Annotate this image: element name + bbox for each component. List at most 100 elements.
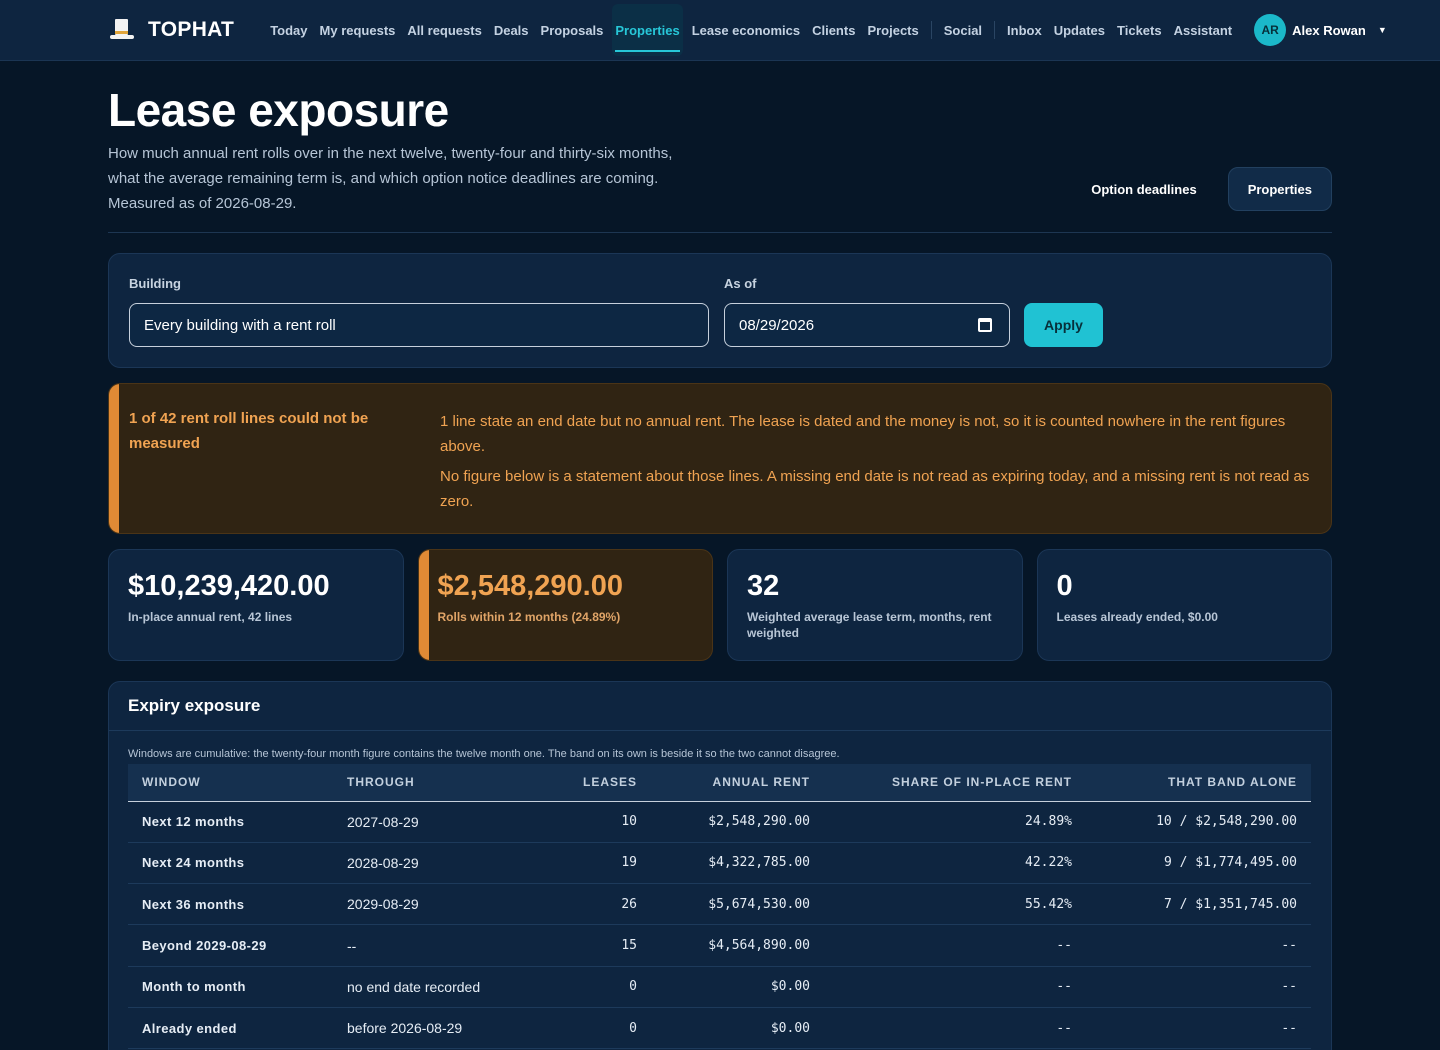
column-header-through[interactable]: Through xyxy=(333,764,523,802)
cell-annual-rent: $2,548,290.00 xyxy=(651,801,824,843)
user-menu[interactable]: AR Alex Rowan ▼ xyxy=(1254,14,1387,46)
measurement-warning: 1 of 42 rent roll lines could not be mea… xyxy=(108,383,1332,534)
nav-clients[interactable]: Clients xyxy=(806,0,861,61)
expiry-table: Window Through Leases Annual rent Share … xyxy=(128,764,1311,1050)
page-description: How much annual rent rolls over in the n… xyxy=(108,145,673,212)
cell-leases: 15 xyxy=(523,924,651,967)
warning-text: 1 line state an end date but no annual r… xyxy=(440,413,1286,455)
option-deadlines-button[interactable]: Option deadlines xyxy=(1072,167,1215,211)
page-header: Lease exposure How much annual rent roll… xyxy=(108,61,1332,233)
cell-leases: 19 xyxy=(523,842,651,885)
cell-band-alone: -- xyxy=(1086,924,1311,967)
top-hat-icon xyxy=(110,18,134,42)
cell-through: no end date recorded xyxy=(333,966,523,1008)
nav-today[interactable]: Today xyxy=(264,0,313,61)
page-title: Lease exposure xyxy=(108,84,449,136)
column-header-band-alone[interactable]: That band alone xyxy=(1086,764,1311,802)
as-of-label: As of xyxy=(724,276,757,291)
stat-label: Weighted average lease term, months, ren… xyxy=(747,610,992,640)
column-header-leases[interactable]: Leases xyxy=(523,764,651,802)
nav-links: Today My requests All requests Deals Pro… xyxy=(264,0,1238,61)
table-header-row: Window Through Leases Annual rent Share … xyxy=(128,764,1311,802)
calendar-icon[interactable] xyxy=(978,318,992,332)
panel-title: Expiry exposure xyxy=(109,682,1331,731)
nav-my-requests[interactable]: My requests xyxy=(314,0,402,61)
cell-band-alone: -- xyxy=(1086,1007,1311,1050)
cell-through: -- xyxy=(333,924,523,967)
cell-share: -- xyxy=(824,966,1086,1008)
avatar[interactable]: AR xyxy=(1254,14,1287,46)
stat-in-place-rent: $10,239,420.00 In-place annual rent, 42 … xyxy=(108,549,404,661)
cell-window: Next 36 months xyxy=(128,883,333,926)
building-select-value: Every building with a rent roll xyxy=(144,316,336,334)
nav-deals[interactable]: Deals xyxy=(488,0,535,61)
as-of-date-value: 08/29/2026 xyxy=(739,316,815,334)
cell-band-alone: 10 / $2,548,290.00 xyxy=(1086,801,1311,843)
filter-form: Building Every building with a rent roll… xyxy=(108,253,1332,368)
stat-rolls-12-months: $2,548,290.00 Rolls within 12 months (24… xyxy=(417,549,713,661)
stat-label: In-place annual rent, 42 lines xyxy=(128,610,293,624)
cell-through: before 2026-08-29 xyxy=(333,1007,523,1050)
stat-value: 32 xyxy=(747,570,780,602)
nav-social[interactable]: Social xyxy=(938,0,988,61)
nav-tickets[interactable]: Tickets xyxy=(1111,0,1168,61)
table-row: Beyond 2029-08-29 -- 15 $4,564,890.00 --… xyxy=(128,924,1311,967)
stat-label: Leases already ended, $0.00 xyxy=(1056,610,1218,624)
cell-share: -- xyxy=(824,924,1086,967)
cell-window: Month to month xyxy=(128,966,333,1008)
cell-band-alone: -- xyxy=(1086,966,1311,1008)
table-row: Already ended before 2026-08-29 0 $0.00 … xyxy=(128,1007,1311,1050)
properties-button[interactable]: Properties xyxy=(1227,167,1332,211)
cell-window: Next 12 months xyxy=(128,801,333,843)
cell-annual-rent: $4,322,785.00 xyxy=(651,842,824,885)
nav-inbox[interactable]: Inbox xyxy=(1001,0,1048,61)
cell-through: 2029-08-29 xyxy=(333,883,523,926)
cell-window: Already ended xyxy=(128,1007,333,1050)
table-wrapper: Window Through Leases Annual rent Share … xyxy=(109,764,1331,1050)
nav-divider xyxy=(994,21,996,39)
nav-projects[interactable]: Projects xyxy=(861,0,924,61)
nav-properties[interactable]: Properties xyxy=(612,4,683,56)
brand[interactable]: TOPHAT xyxy=(110,18,234,42)
column-header-share[interactable]: Share of in-place rent xyxy=(824,764,1086,802)
nav-all-requests[interactable]: All requests xyxy=(401,0,487,61)
column-header-annual-rent[interactable]: Annual rent xyxy=(651,764,824,802)
user-name[interactable]: Alex Rowan xyxy=(1292,23,1366,38)
cell-window: Next 24 months xyxy=(128,842,333,885)
nav-lease-economics[interactable]: Lease economics xyxy=(686,0,806,61)
warning-accent-bar xyxy=(418,550,429,660)
stat-label: Rolls within 12 months (24.89%) xyxy=(437,610,621,624)
cell-leases: 10 xyxy=(523,801,651,843)
building-select[interactable]: Every building with a rent roll xyxy=(129,303,709,347)
expiry-exposure-panel: Expiry exposure Windows are cumulative: … xyxy=(108,681,1332,1050)
nav-assistant[interactable]: Assistant xyxy=(1168,0,1239,61)
cell-leases: 0 xyxy=(523,1007,651,1050)
as-of-date-input[interactable]: 08/29/2026 xyxy=(724,303,1010,347)
brand-name: TOPHAT xyxy=(148,18,235,41)
stat-weighted-term: 32 Weighted average lease term, months, … xyxy=(727,549,1023,661)
stat-value: $10,239,420.00 xyxy=(128,570,330,602)
table-row: Next 36 months 2029-08-29 26 $5,674,530.… xyxy=(128,883,1311,926)
cell-share: 55.42% xyxy=(824,883,1086,926)
cell-leases: 26 xyxy=(523,883,651,926)
header-actions: Option deadlines Properties xyxy=(1072,167,1332,211)
cell-annual-rent: $5,674,530.00 xyxy=(651,883,824,926)
cell-share: 42.22% xyxy=(824,842,1086,885)
cell-band-alone: 9 / $1,774,495.00 xyxy=(1086,842,1311,885)
column-header-window[interactable]: Window xyxy=(128,764,333,802)
cell-through: 2028-08-29 xyxy=(333,842,523,885)
cell-share: -- xyxy=(824,1007,1086,1050)
table-row: Next 24 months 2028-08-29 19 $4,322,785.… xyxy=(128,842,1311,885)
cell-annual-rent: $4,564,890.00 xyxy=(651,924,824,967)
warning-title: 1 of 42 rent roll lines could not be mea… xyxy=(129,410,369,452)
nav-proposals[interactable]: Proposals xyxy=(535,0,610,61)
cell-window: Beyond 2029-08-29 xyxy=(128,924,333,967)
nav-updates[interactable]: Updates xyxy=(1048,0,1111,61)
table-row: Month to month no end date recorded 0 $0… xyxy=(128,966,1311,1008)
apply-button[interactable]: Apply xyxy=(1024,303,1103,347)
cell-share: 24.89% xyxy=(824,801,1086,843)
caret-down-icon[interactable]: ▼ xyxy=(1378,25,1387,35)
table-row: Next 12 months 2027-08-29 10 $2,548,290.… xyxy=(128,801,1311,843)
nav-divider xyxy=(930,21,932,39)
stat-value: $2,548,290.00 xyxy=(437,570,623,602)
